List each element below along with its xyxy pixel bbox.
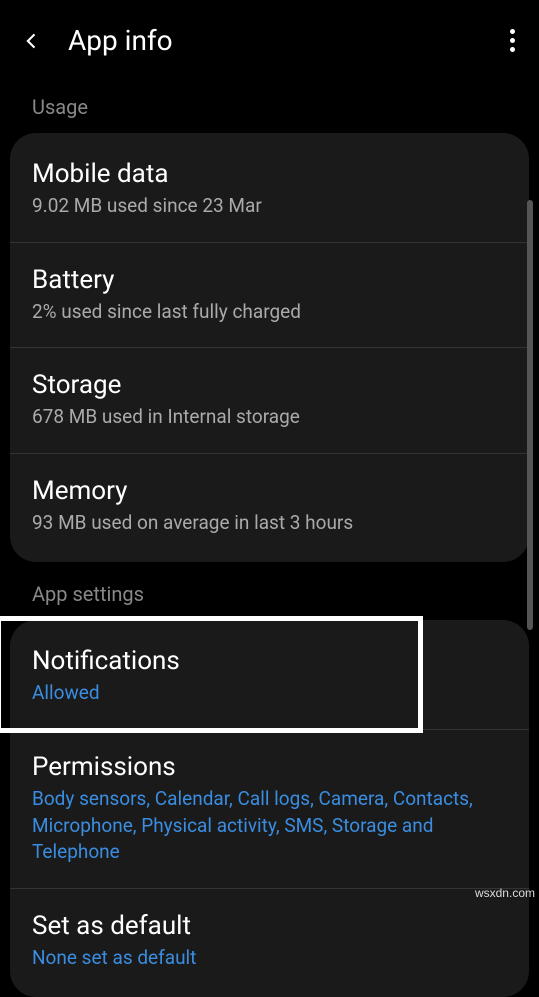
usage-section-label: Usage	[0, 81, 539, 127]
dots-vertical-icon	[510, 29, 515, 34]
set-as-default-item[interactable]: Set as default None set as default	[10, 889, 529, 994]
item-title: Memory	[32, 476, 507, 506]
more-options-button[interactable]	[506, 25, 519, 56]
item-subtitle: 93 MB used on average in last 3 hours	[32, 510, 507, 537]
item-subtitle: 2% used since last fully charged	[32, 299, 507, 326]
item-subtitle: 9.02 MB used since 23 Mar	[32, 193, 507, 220]
item-title: Notifications	[32, 646, 507, 676]
header: App info	[0, 0, 539, 81]
item-title: Permissions	[32, 752, 507, 782]
storage-item[interactable]: Storage 678 MB used in Internal storage	[10, 348, 529, 454]
usage-card: Mobile data 9.02 MB used since 23 Mar Ba…	[10, 133, 529, 562]
item-title: Mobile data	[32, 159, 507, 189]
mobile-data-item[interactable]: Mobile data 9.02 MB used since 23 Mar	[10, 137, 529, 243]
item-subtitle: 678 MB used in Internal storage	[32, 404, 507, 431]
item-subtitle: Body sensors, Calendar, Call logs, Camer…	[32, 786, 507, 866]
permissions-item[interactable]: Permissions Body sensors, Calendar, Call…	[10, 730, 529, 889]
page-title: App info	[68, 24, 173, 57]
item-title: Battery	[32, 265, 507, 295]
watermark: wsxdn.com	[475, 886, 535, 900]
item-subtitle: None set as default	[32, 945, 507, 972]
back-button[interactable]	[20, 29, 44, 53]
scrollbar[interactable]	[527, 200, 533, 630]
app-settings-section-label: App settings	[0, 568, 539, 614]
battery-item[interactable]: Battery 2% used since last fully charged	[10, 243, 529, 349]
app-settings-card: Notifications Allowed Permissions Body s…	[10, 620, 529, 997]
item-title: Storage	[32, 370, 507, 400]
item-subtitle: Allowed	[32, 680, 507, 707]
item-title: Set as default	[32, 911, 507, 941]
notifications-item[interactable]: Notifications Allowed	[10, 624, 529, 730]
memory-item[interactable]: Memory 93 MB used on average in last 3 h…	[10, 454, 529, 559]
